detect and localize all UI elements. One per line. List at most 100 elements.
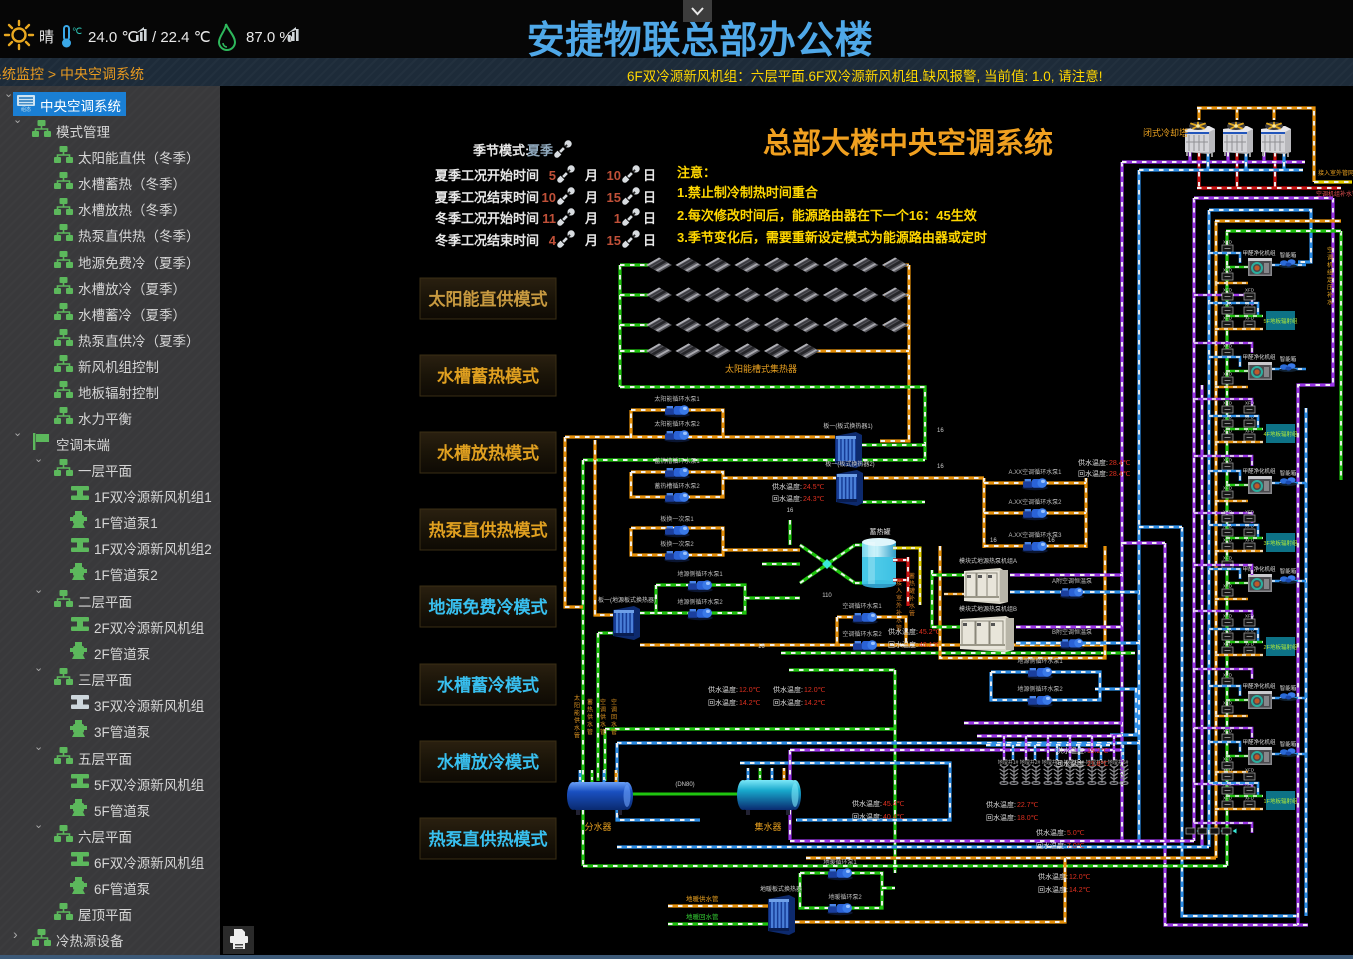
svg-text:地源侧循环水泵1: 地源侧循环水泵1 [1017,657,1063,665]
svg-text:地源侧循环水泵2: 地源侧循环水泵2 [1017,685,1063,693]
svg-text:供水温度:: 供水温度: [1078,458,1108,467]
svg-text:季节模式:: 季节模式: [472,143,529,158]
svg-text:甲醛净化机组: 甲醛净化机组 [1242,738,1276,746]
svg-text:供: 供 [574,717,580,725]
svg-text:甲醛净化机组: 甲醛净化机组 [1242,249,1276,257]
svg-text:空调循环水泵1: 空调循环水泵1 [842,602,882,610]
svg-text:太阳能循环水泵2: 太阳能循环水泵2 [654,420,700,428]
svg-text:5F地板辐射组: 5F地板辐射组 [1264,317,1298,325]
svg-text:回: 回 [611,714,617,721]
svg-text:水: 水 [600,721,606,729]
svg-text:入: 入 [896,588,902,595]
svg-text:19.2℃: 19.2℃ [1087,748,1109,755]
svg-text:板一(板式换热器1): 板一(板式换热器1) [823,422,872,430]
svg-text:16: 16 [1048,538,1055,544]
svg-text:日: 日 [643,190,656,205]
svg-text:外: 外 [896,602,902,610]
svg-text:智能箱: 智能箱 [1280,469,1297,477]
svg-text:地源侧循环水泵1: 地源侧循环水泵1 [677,570,723,578]
svg-text:空: 空 [600,698,606,706]
svg-text:模块式地源热泵机组A: 模块式地源热泵机组A [959,557,1017,565]
svg-text:热: 热 [909,580,915,588]
svg-text:回水温度:: 回水温度: [1078,469,1108,478]
svg-text:XFD: XFD [1223,240,1233,245]
svg-text:水: 水 [587,721,593,729]
svg-text:A附空调恒温泵: A附空调恒温泵 [1052,577,1092,585]
svg-text:压: 压 [1327,285,1333,292]
svg-text:补: 补 [1327,291,1333,299]
svg-text:空: 空 [1327,246,1333,254]
svg-text:甲醛净化机组: 甲醛净化机组 [1242,467,1276,475]
svg-text:日: 日 [643,233,656,248]
svg-text:接入室外管网: 接入室外管网 [1318,169,1353,177]
svg-text:水: 水 [1327,299,1333,307]
svg-text:冬季工况结束时间: 冬季工况结束时间 [435,233,539,248]
svg-text:太阳能直供模式: 太阳能直供模式 [429,289,548,309]
svg-text:组: 组 [1327,269,1333,277]
svg-text:11: 11 [542,211,556,226]
svg-text:太: 太 [574,694,580,702]
svg-text:地暖板式换热器: 地暖板式换热器 [760,885,802,893]
svg-text:16: 16 [787,508,794,514]
svg-text:板换一次泵1: 板换一次泵1 [660,515,694,523]
svg-text:水: 水 [574,724,580,732]
svg-text:7.0℃: 7.0℃ [1067,843,1085,850]
svg-text:12.0℃: 12.0℃ [739,687,761,694]
svg-text:110: 110 [822,593,832,599]
svg-text:热: 热 [587,706,593,714]
svg-text:15: 15 [607,233,621,248]
svg-text:管: 管 [574,732,580,740]
svg-text:XFD: XFD [1223,458,1233,463]
svg-text:调: 调 [1327,254,1333,262]
svg-text:空调机组补水管: 空调机组补水管 [1316,190,1353,198]
svg-text:回水温度:: 回水温度: [852,812,882,821]
svg-text:夏季工况结束时间: 夏季工况结束时间 [434,190,539,205]
svg-text:供水温度:: 供水温度: [772,482,802,491]
svg-text:蓄: 蓄 [587,698,593,706]
svg-text:XFD: XFD [1223,401,1233,406]
svg-text:16: 16 [758,644,765,650]
svg-text:水: 水 [909,602,915,610]
svg-text:1: 1 [614,211,621,226]
svg-text:日: 日 [643,168,656,183]
svg-text:回水温度:: 回水温度: [1038,885,1068,894]
svg-text:地暖回水管: 地暖回水管 [686,912,719,921]
svg-text:智能箱: 智能箱 [1280,684,1297,692]
svg-text:22.7℃: 22.7℃ [1017,802,1039,809]
svg-text:室: 室 [896,594,902,602]
svg-text:模块式地源热泵机组B: 模块式地源热泵机组B [959,605,1017,613]
svg-text:14.2℃: 14.2℃ [1069,887,1091,894]
svg-text:16: 16 [990,538,997,544]
svg-text:24.3℃: 24.3℃ [803,496,825,503]
svg-text:回水温度:: 回水温度: [708,698,738,707]
svg-text:XFD: XFD [1245,401,1255,406]
svg-text:空: 空 [611,698,617,706]
svg-text:阳: 阳 [574,702,580,710]
svg-text:供: 供 [600,713,606,721]
svg-text:机: 机 [1327,261,1333,269]
svg-text:地源免费冷模式: 地源免费冷模式 [429,597,548,617]
svg-text:28.4℃: 28.4℃ [1109,460,1131,467]
svg-text:月: 月 [584,190,598,205]
svg-text:供水温度:: 供水温度: [852,799,882,808]
svg-text:智能箱: 智能箱 [1280,355,1297,363]
svg-text:45.4℃: 45.4℃ [883,801,905,808]
svg-text:闭式冷却塔: 闭式冷却塔 [1143,127,1188,138]
svg-text:太阳能循环水泵1: 太阳能循环水泵1 [654,395,700,403]
svg-text:28.4℃: 28.4℃ [1109,471,1131,478]
svg-text:16: 16 [937,428,944,434]
svg-text:12.0℃: 12.0℃ [1069,874,1091,881]
svg-text:24.5℃: 24.5℃ [803,484,825,491]
svg-text:供水温度:: 供水温度: [773,685,803,694]
svg-text:XFD: XFD [1223,673,1233,678]
svg-text:40.1℃: 40.1℃ [919,642,941,649]
svg-text:4F地板辐射组: 4F地板辐射组 [1264,430,1298,438]
svg-text:回水温度:: 回水温度: [1036,841,1066,850]
svg-text:智能箱: 智能箱 [1280,740,1297,748]
svg-text:地暖循环泵1: 地暖循环泵1 [823,858,857,866]
svg-text:冬季工况开始时间: 冬季工况开始时间 [435,211,539,226]
svg-text:(DN80): (DN80) [675,782,694,788]
svg-text:15: 15 [607,190,621,205]
svg-text:XFD: XFD [1245,288,1255,293]
svg-text:回水温度:: 回水温度: [986,813,1016,822]
